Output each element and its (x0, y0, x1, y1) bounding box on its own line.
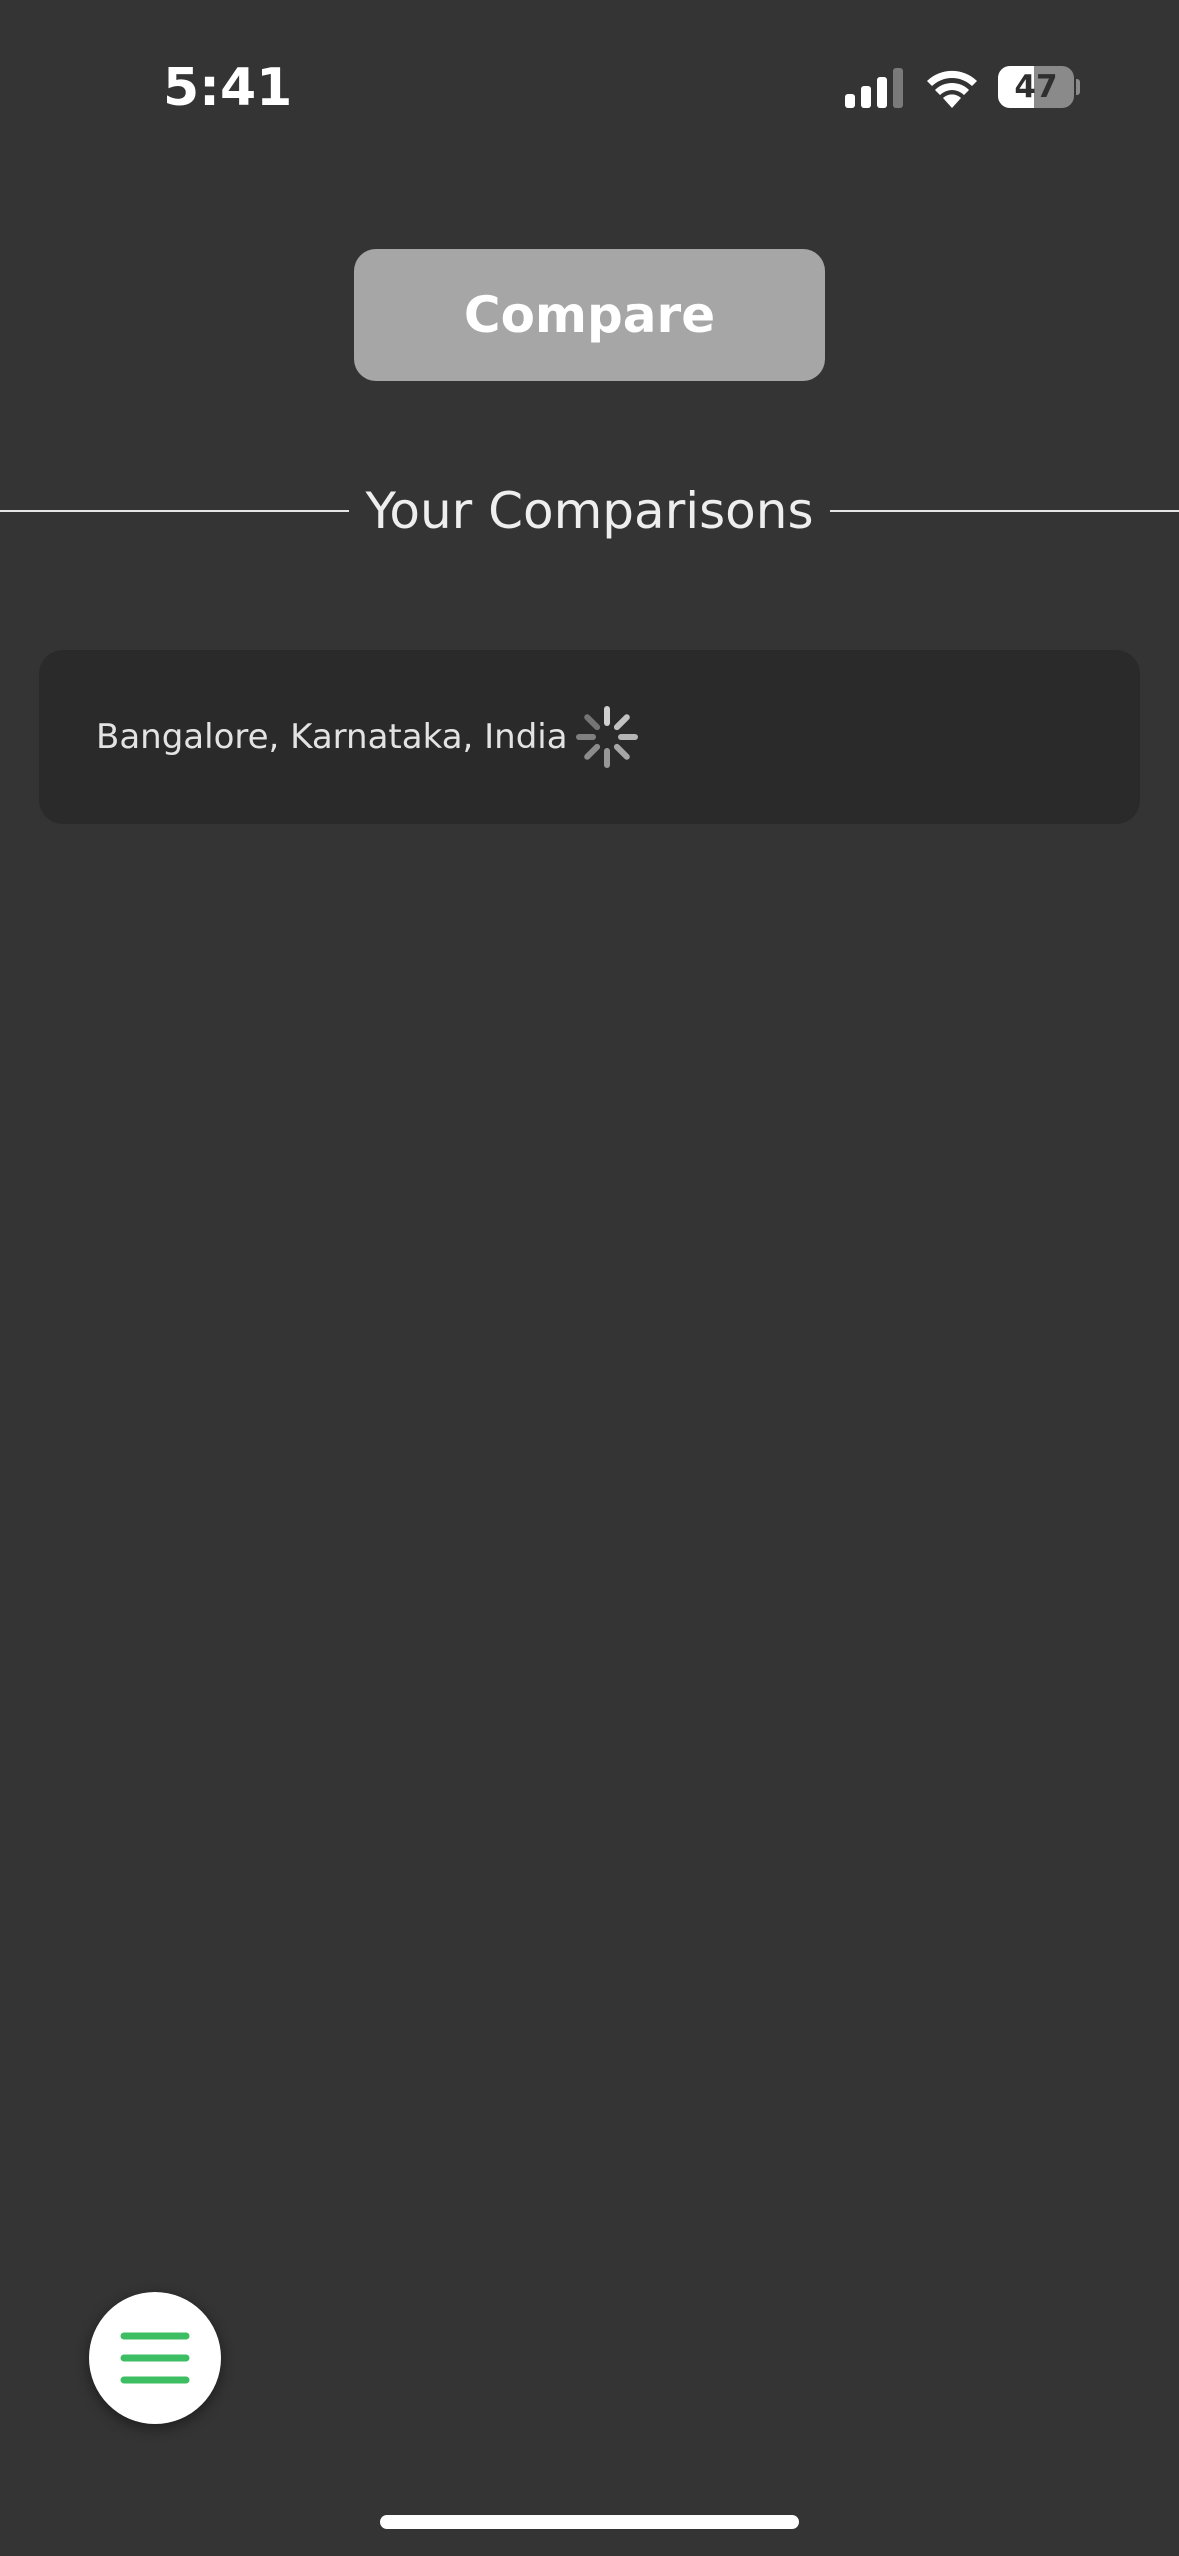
wifi-icon (927, 70, 977, 108)
status-time: 5:41 (163, 58, 293, 118)
battery-level: 47 (1014, 69, 1058, 105)
comparison-card[interactable]: Bangalore, Karnataka, India (39, 650, 1140, 824)
section-divider-right (830, 510, 1179, 512)
battery-body: 47 (998, 66, 1074, 108)
home-indicator (380, 2515, 799, 2529)
battery-icon: 47 (998, 66, 1080, 108)
compare-button[interactable]: Compare (354, 249, 825, 381)
section-divider-left (0, 510, 349, 512)
app-screen: 5:41 47 Compare Your Comparisons Bangalo… (0, 0, 1179, 2556)
comparison-location: Bangalore, Karnataka, India (96, 717, 568, 757)
menu-button[interactable] (89, 2292, 221, 2424)
loading-spinner-icon (576, 706, 638, 768)
battery-tip (1076, 79, 1080, 95)
section-title: Your Comparisons (365, 482, 814, 540)
hamburger-menu-icon (120, 2332, 190, 2384)
signal-icon (845, 68, 903, 108)
